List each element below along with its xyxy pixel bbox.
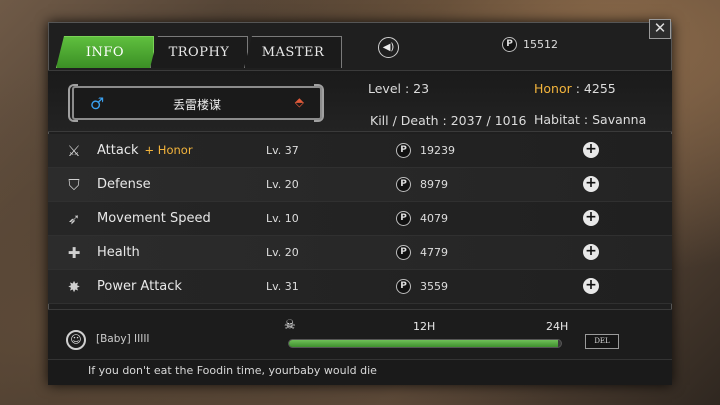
player-level: Level : 23 [368,81,430,96]
skill-cost: P 3559 [396,279,448,294]
skill-row-health: ✚ Health Lv. 20 P 4779 + [48,236,672,270]
skill-label: Power Attack [97,279,182,294]
skill-label: Defense [97,177,151,192]
skill-label: Attack [97,143,139,158]
skill-name: Defense [97,177,151,192]
upgrade-power-attack-button[interactable]: + [583,278,599,294]
honor-label: Honor [534,81,572,96]
tick-12h: 12H [413,320,436,333]
burst-icon: ✸ [67,278,81,296]
tab-info[interactable]: INFO [56,36,154,68]
honor-value: : 4255 [575,81,616,96]
coin-icon: P [396,245,411,260]
skill-label: Health [97,245,140,260]
skill-name: Movement Speed [97,211,211,226]
sound-toggle-icon[interactable]: ◀) [378,37,399,58]
skill-cost: P 19239 [396,143,455,158]
skill-cost: P 4779 [396,245,448,260]
tab-trophy[interactable]: TROPHY [150,36,248,68]
kill-death: Kill / Death : 2037 / 1016 [370,113,527,128]
skill-name: Health [97,245,140,260]
upgrade-defense-button[interactable]: + [583,176,599,192]
skull-crossbones-icon: ☠ [284,318,296,333]
skill-cost: P 4079 [396,211,448,226]
tick-24h: 24H [546,320,569,333]
skill-level: Lv. 20 [266,178,299,191]
player-name-box: ♂ 丢雷楼谋 ⬘ [72,86,322,120]
upgrade-attack-button[interactable]: + [583,142,599,158]
habitat: Habitat : Savanna [534,112,646,127]
coin-icon: P [396,177,411,192]
delete-baby-button[interactable]: DEL [585,334,619,349]
skill-row-movement-speed: ➶ Movement Speed Lv. 10 P 4079 + [48,202,672,236]
skill-level: Lv. 31 [266,280,299,293]
player-name: 丢雷楼谋 [172,98,221,112]
player-honor: Honor : 4255 [534,81,616,96]
rank-chevron-icon: ⬘ [294,95,304,109]
skill-name: Power Attack [97,279,182,294]
habitat-label: Habitat : [534,112,589,127]
wing-icon: ➶ [67,210,81,228]
tab-master[interactable]: MASTER [244,36,342,68]
cost-value: 3559 [420,280,448,293]
footer-message: If you don't eat the Foodin time, yourba… [88,364,377,377]
skill-level: Lv. 37 [266,144,299,157]
skill-row-power-attack: ✸ Power Attack Lv. 31 P 3559 + [48,270,672,304]
coin-icon: P [396,279,411,294]
baby-hunger-bar-fill [289,340,559,347]
skill-level: Lv. 20 [266,246,299,259]
upgrade-health-button[interactable]: + [583,244,599,260]
cost-value: 4779 [420,246,448,259]
coin-icon: P [396,143,411,158]
coin-icon: P [396,211,411,226]
skill-level: Lv. 10 [266,212,299,225]
tab-bar: INFO TROPHY MASTER [56,36,342,68]
skill-list: ⚔ Attack + Honor Lv. 37 P 19239 + ⛉ Defens… [48,134,672,304]
close-button[interactable]: ✕ [649,19,671,39]
cost-value: 8979 [420,178,448,191]
health-cross-icon: ✚ [67,244,81,262]
currency-amount: 15512 [523,38,558,51]
currency-display: P 15512 [502,37,558,52]
attack-icon: ⚔ [67,142,81,160]
cost-value: 4079 [420,212,448,225]
habitat-value: Savanna [592,112,647,127]
upgrade-movement-speed-button[interactable]: + [583,210,599,226]
cost-value: 19239 [420,144,455,157]
message-footer: If you don't eat the Foodin time, yourba… [48,359,672,385]
honor-bonus: + Honor [144,143,193,157]
baby-icon: ☺ [66,330,86,350]
shield-icon: ⛉ [68,176,80,194]
skill-label: Movement Speed [97,211,211,226]
skill-row-defense: ⛉ Defense Lv. 20 P 8979 + [48,168,672,202]
coin-icon: P [502,37,517,52]
baby-label: [Baby] IIIII [96,333,150,345]
skill-name: Attack + Honor [97,143,193,158]
skill-row-attack: ⚔ Attack + Honor Lv. 37 P 19239 + [48,134,672,168]
close-icon: ✕ [653,19,667,37]
baby-hunger-bar [288,339,562,348]
skill-cost: P 8979 [396,177,448,192]
